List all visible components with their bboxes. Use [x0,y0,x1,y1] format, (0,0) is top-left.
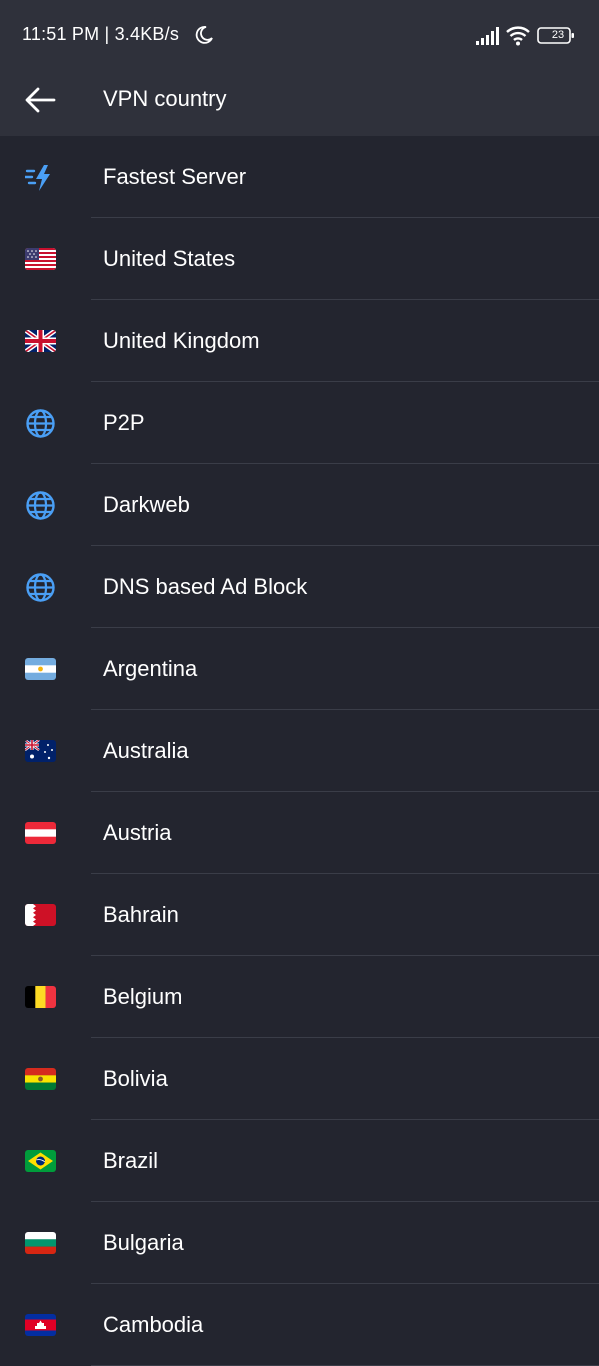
list-item-label: Bahrain [103,902,179,927]
list-item-label: Austria [103,820,172,845]
flag-uk-icon [25,330,56,352]
flag-bulgaria-icon [25,1232,56,1254]
flag-brazil-icon [25,1150,56,1172]
globe-icon [26,409,55,438]
flag-bolivia-icon [25,1068,56,1090]
flag-argentina-icon [25,658,56,680]
page-title: VPN country [103,86,227,111]
signal-icon [476,27,499,45]
list-item-argentina[interactable]: Argentina [0,628,599,710]
list-item-label: Belgium [103,984,183,1009]
list-item-united-states[interactable]: United States [0,218,599,300]
app-bar: VPN country [0,70,599,136]
status-icons: 23 [475,24,575,48]
country-list: Fastest Server United States United King… [0,136,599,1366]
list-item-label: Bulgaria [103,1230,184,1255]
globe-icon [26,491,55,520]
list-item-label: Fastest Server [103,164,247,189]
list-item-dns-ad-block[interactable]: DNS based Ad Block [0,546,599,628]
list-item-label: Bolivia [103,1066,168,1091]
flag-bahrain-icon [25,904,56,926]
battery-level: 23 [551,29,565,41]
list-item-label: DNS based Ad Block [103,574,308,599]
list-item-cambodia[interactable]: Cambodia [0,1284,599,1366]
list-item-label: Argentina [103,656,198,681]
list-item-label: P2P [103,410,145,435]
list-item-label: United States [103,246,236,271]
status-time-speed: 11:51 PM | 3.4KB/s [22,24,180,44]
list-item-label: United Kingdom [103,328,260,353]
globe-icon [26,573,55,602]
battery-icon: 23 [537,26,577,46]
list-item-label: Darkweb [103,492,190,517]
lightning-icon [25,165,50,191]
list-item-united-kingdom[interactable]: United Kingdom [0,300,599,382]
list-item-label: Cambodia [103,1312,204,1337]
back-arrow-icon[interactable] [20,80,60,120]
list-item-bahrain[interactable]: Bahrain [0,874,599,956]
flag-us-icon [25,248,56,270]
list-item-fastest-server[interactable]: Fastest Server [0,136,599,218]
flag-belgium-icon [25,986,56,1008]
list-item-p2p[interactable]: P2P [0,382,599,464]
list-item-darkweb[interactable]: Darkweb [0,464,599,546]
status-bar: 11:51 PM | 3.4KB/s 23 [0,0,599,70]
flag-austria-icon [25,822,56,844]
list-item-brazil[interactable]: Brazil [0,1120,599,1202]
list-item-label: Australia [103,738,189,763]
list-item-austria[interactable]: Austria [0,792,599,874]
list-item-australia[interactable]: Australia [0,710,599,792]
list-item-belgium[interactable]: Belgium [0,956,599,1038]
list-item-label: Brazil [103,1148,159,1173]
list-item-bolivia[interactable]: Bolivia [0,1038,599,1120]
moon-icon [195,26,213,44]
wifi-icon [506,26,530,46]
flag-australia-icon [25,740,56,762]
list-item-bulgaria[interactable]: Bulgaria [0,1202,599,1284]
